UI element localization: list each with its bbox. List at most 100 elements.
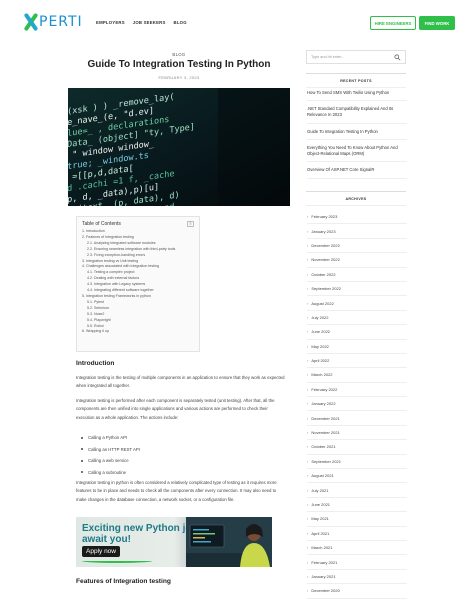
archive-label: April 2022 <box>311 358 330 364</box>
archive-link[interactable]: › September 2022 <box>307 282 407 297</box>
intro-heading: Introduction <box>76 360 115 367</box>
chevron-right-icon: › <box>307 473 309 479</box>
apply-now-button[interactable]: Apply now <box>82 546 120 557</box>
archive-link[interactable]: › December 2022 <box>307 239 407 254</box>
table-of-contents: Table of Contents ≡ 1. Introduction 2. Fe… <box>76 216 200 352</box>
features-heading: Features of Integration testing <box>76 578 171 585</box>
archive-link[interactable]: › March 2022 <box>307 368 407 383</box>
chevron-right-icon: › <box>307 559 309 565</box>
archive-label: December 2022 <box>311 242 340 248</box>
recent-post-link[interactable]: Overview Of ASP.NET Core SignalR <box>307 167 407 179</box>
nav-blog[interactable]: BLOG <box>174 20 187 25</box>
actions-list: Calling a Python API Calling an HTTP RES… <box>81 432 268 479</box>
archive-link[interactable]: › December 2020 <box>307 584 407 599</box>
chevron-right-icon: › <box>307 358 309 364</box>
archive-link[interactable]: › November 2021 <box>307 426 407 441</box>
chevron-right-icon: › <box>307 530 309 536</box>
chevron-right-icon: › <box>307 444 309 450</box>
chevron-right-icon: › <box>307 430 309 436</box>
recent-posts-title: RECENT POSTS <box>306 73 406 88</box>
nav-employers[interactable]: EMPLOYERS <box>96 20 125 25</box>
archive-label: March 2021 <box>311 545 333 551</box>
recent-post-link[interactable]: .NET Standard Compatibility Explained An… <box>307 106 407 124</box>
logo-text: PERTI <box>39 14 83 30</box>
list-item: Calling an HTTP REST API <box>81 444 268 456</box>
toc-toggle-icon[interactable]: ≡ <box>187 221 194 227</box>
archive-link[interactable]: › May 2021 <box>307 512 407 527</box>
chevron-right-icon: › <box>307 573 309 579</box>
archive-label: February 2022 <box>311 386 338 392</box>
post-category[interactable]: BLOG <box>68 52 290 57</box>
chevron-right-icon: › <box>307 415 309 421</box>
archive-link[interactable]: › June 2021 <box>307 498 407 513</box>
archive-label: October 2022 <box>311 271 336 277</box>
archive-label: September 2022 <box>311 286 341 292</box>
toc-link[interactable]: 6. Wrapping it up <box>82 329 194 335</box>
archive-link[interactable]: › March 2021 <box>307 541 407 556</box>
recent-posts-list: How To Send SMS With Twilio Using Python… <box>307 90 407 184</box>
hire-engineers-button[interactable]: HIRE ENGINEERS <box>370 16 416 30</box>
intro-paragraph-2: Integration testing is performed after e… <box>76 398 275 420</box>
archives-list: › February 2023 › January 2023 › December 202… <box>307 210 407 599</box>
archive-link[interactable]: › December 2021 <box>307 411 407 426</box>
search-icon[interactable] <box>394 54 401 61</box>
archive-label: January 2023 <box>311 228 336 234</box>
list-item: Calling a Python API <box>81 432 268 444</box>
developer-photo <box>186 517 272 567</box>
archive-link[interactable]: › July 2021 <box>307 483 407 498</box>
archive-label: August 2021 <box>311 473 334 479</box>
archive-label: November 2021 <box>311 430 340 436</box>
archive-label: February 2023 <box>311 214 338 220</box>
archive-label: December 2020 <box>311 588 340 594</box>
archive-link[interactable]: › February 2022 <box>307 383 407 398</box>
recent-post-link[interactable]: Guide To Integration Testing In Python <box>307 129 407 140</box>
archive-link[interactable]: › June 2022 <box>307 325 407 340</box>
chevron-right-icon: › <box>307 314 309 320</box>
archive-link[interactable]: › April 2022 <box>307 354 407 369</box>
archive-label: May 2022 <box>311 343 329 349</box>
archive-link[interactable]: › November 2022 <box>307 253 407 268</box>
list-item: Calling a web service <box>81 455 268 467</box>
archive-link[interactable]: › October 2021 <box>307 440 407 455</box>
archive-label: January 2022 <box>311 401 336 407</box>
chevron-right-icon: › <box>307 257 309 263</box>
archive-link[interactable]: › February 2023 <box>307 210 407 225</box>
archive-label: September 2021 <box>311 458 341 464</box>
archive-link[interactable]: › April 2021 <box>307 527 407 541</box>
archive-link[interactable]: › July 2022 <box>307 311 407 326</box>
chevron-right-icon: › <box>307 458 309 464</box>
nav-job-seekers[interactable]: JOB SEEKERS <box>133 20 166 25</box>
archive-label: June 2021 <box>311 502 331 507</box>
chevron-right-icon: › <box>307 271 309 277</box>
chevron-right-icon: › <box>307 372 309 378</box>
intro-paragraph-3: Integration testing in python is often c… <box>76 480 277 502</box>
archive-link[interactable]: › September 2021 <box>307 455 407 470</box>
archive-link[interactable]: › January 2022 <box>307 397 407 412</box>
archive-link[interactable]: › February 2021 <box>307 555 407 570</box>
chevron-right-icon: › <box>307 502 309 507</box>
chevron-right-icon: › <box>307 228 309 234</box>
archive-link[interactable]: › August 2022 <box>307 296 407 311</box>
banner-headline: Exciting new Python jobs <box>82 523 204 534</box>
chevron-right-icon: › <box>307 588 309 594</box>
recent-post-link[interactable]: Everything You Need To Know About Python… <box>307 145 407 163</box>
archive-link[interactable]: › January 2021 <box>307 570 407 585</box>
chevron-right-icon: › <box>307 401 309 407</box>
archive-link[interactable]: › August 2021 <box>307 469 407 484</box>
python-jobs-banner[interactable]: Exciting new Python jobs await you! Appl… <box>76 517 272 567</box>
find-work-button[interactable]: FIND WORK <box>419 16 455 30</box>
chevron-right-icon: › <box>307 214 309 220</box>
site-logo[interactable]: PERTI <box>23 12 83 32</box>
list-item: Calling a subroutine <box>81 467 268 479</box>
chevron-right-icon: › <box>307 300 309 306</box>
archive-link[interactable]: › October 2022 <box>307 268 407 282</box>
search-field[interactable]: Type and hit enter... <box>306 50 406 64</box>
archive-label: December 2021 <box>311 415 340 421</box>
recent-post-link[interactable]: How To Send SMS With Twilio Using Python <box>307 90 407 102</box>
chevron-right-icon: › <box>307 329 309 335</box>
archive-label: June 2022 <box>311 329 331 335</box>
chevron-right-icon: › <box>307 516 309 522</box>
archive-link[interactable]: › January 2023 <box>307 224 407 239</box>
archive-link[interactable]: › May 2022 <box>307 340 407 354</box>
search-placeholder: Type and hit enter... <box>311 55 345 59</box>
